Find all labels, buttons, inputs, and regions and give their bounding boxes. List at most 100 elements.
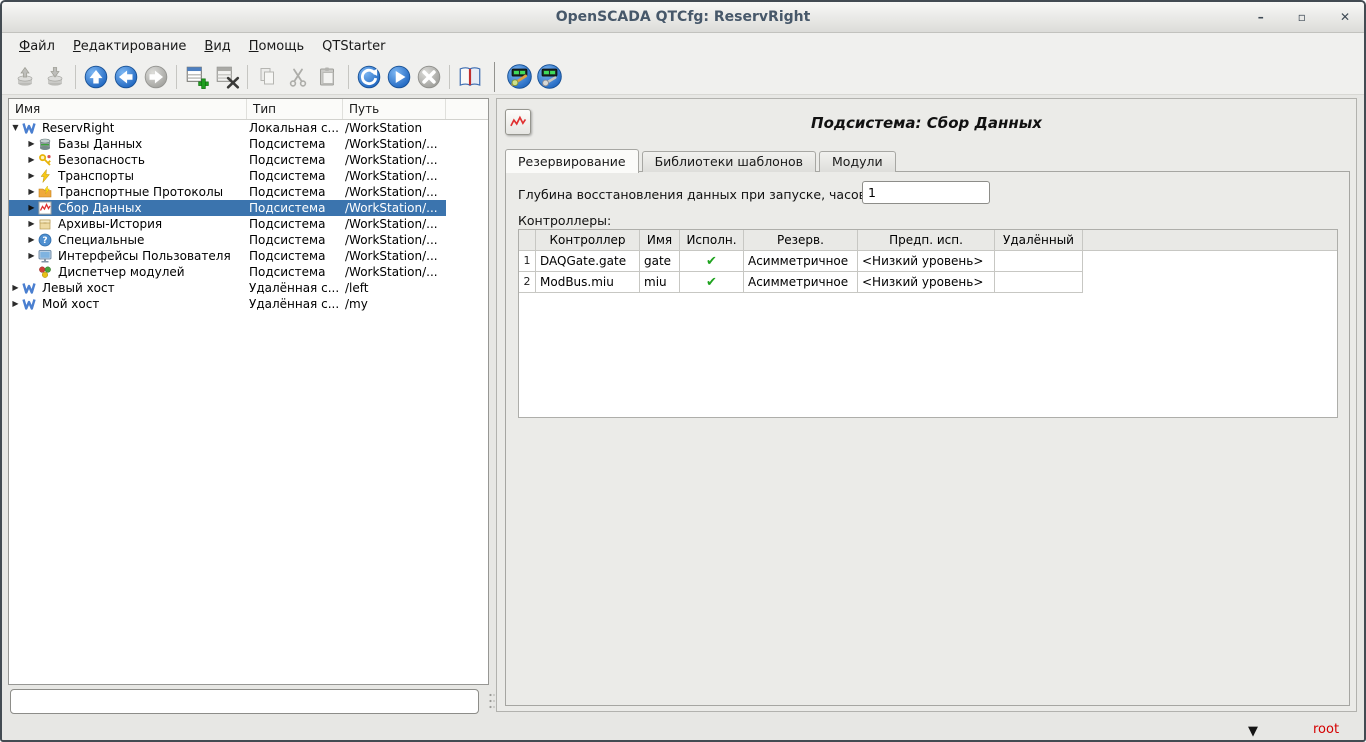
table-row[interactable]: 1 DAQGate.gate gate ✔ Асимметричное <Низ… [519, 251, 1337, 272]
copy-icon [256, 65, 280, 89]
restore-depth-label: Глубина восстановления данных при запуск… [518, 187, 870, 202]
collapsed-arrow-icon[interactable]: ▶ [25, 200, 38, 216]
transports-icon [38, 169, 55, 183]
title-bar[interactable]: OpenSCADA QTCfg: ReservRight – ▫ ✕ [2, 2, 1364, 33]
status-dropdown-icon[interactable]: ▼ [1248, 725, 1258, 738]
controllers-label: Контроллеры: [518, 213, 611, 228]
toolbar [2, 59, 1364, 95]
cut-item-button[interactable] [283, 62, 313, 92]
collapsed-arrow-icon[interactable]: ▶ [25, 184, 38, 200]
back-arrow-icon [113, 64, 139, 90]
tree-header-name[interactable]: Имя [9, 99, 247, 119]
cell-remote[interactable] [995, 272, 1083, 293]
nav-back-button[interactable] [111, 62, 141, 92]
item-add-button[interactable] [182, 62, 212, 92]
load-from-db-button[interactable] [10, 62, 40, 92]
col-exec[interactable]: Исполн. [680, 230, 744, 251]
cell-controller[interactable]: ModBus.miu [536, 272, 640, 293]
special-icon [38, 233, 55, 247]
tree-row-modules[interactable]: Диспетчер модулей Подсистема /WorkStatio… [9, 264, 446, 280]
tab-bar: Резервирование Библиотеки шаблонов Модул… [505, 148, 899, 172]
collapsed-arrow-icon[interactable]: ▶ [9, 296, 22, 312]
cell-pref-exec[interactable]: <Низкий уровень> [858, 272, 995, 293]
col-controller[interactable]: Контроллер [536, 230, 640, 251]
check-icon[interactable]: ✔ [706, 275, 717, 290]
tab-modules[interactable]: Модули [819, 151, 896, 172]
station-icon [22, 297, 39, 311]
tree-row-reservright[interactable]: ▼ReservRight Локальная с... /WorkStation [9, 120, 446, 136]
collapsed-arrow-icon[interactable]: ▶ [25, 216, 38, 232]
col-remote[interactable]: Удалённый [995, 230, 1083, 251]
nav-forward-button[interactable] [141, 62, 171, 92]
collapsed-arrow-icon[interactable]: ▶ [25, 168, 38, 184]
restore-depth-input[interactable] [862, 181, 990, 204]
db-save-icon [43, 65, 67, 89]
collapsed-arrow-icon[interactable]: ▶ [25, 232, 38, 248]
reload-item-button[interactable] [354, 62, 384, 92]
tree-row-my-host[interactable]: ▶Мой хост Удалённая с... /my [9, 296, 446, 312]
tree-header-path[interactable]: Путь [343, 99, 446, 119]
cell-reserve[interactable]: Асимметричное [744, 251, 858, 272]
qtstarter-display-wrench-icon [536, 63, 563, 90]
menu-edit[interactable]: Редактирование [64, 35, 195, 58]
cell-reserve[interactable]: Асимметричное [744, 272, 858, 293]
col-name[interactable]: Имя [640, 230, 680, 251]
tree-row-daq-selected[interactable]: ▶Сбор Данных Подсистема /WorkStation/... [9, 200, 446, 216]
work-area: Имя Тип Путь ▼ReservRight Локальная с...… [2, 95, 1364, 740]
menu-view[interactable]: Вид [195, 35, 239, 58]
manual-button[interactable] [455, 62, 485, 92]
cell-name[interactable]: gate [640, 251, 680, 272]
cell-remote[interactable] [995, 251, 1083, 272]
menu-file[interactable]: Файл [10, 35, 64, 58]
paste-item-button[interactable] [313, 62, 343, 92]
tree-row-special[interactable]: ▶Специальные Подсистема /WorkStation/... [9, 232, 446, 248]
start-item-button[interactable] [384, 62, 414, 92]
minimize-button[interactable]: – [1258, 11, 1264, 23]
splitter-handle[interactable] [488, 692, 496, 714]
cell-controller[interactable]: DAQGate.gate [536, 251, 640, 272]
maximize-button[interactable]: ▫ [1298, 11, 1306, 23]
collapsed-arrow-icon[interactable]: ▶ [25, 136, 38, 152]
qtstarter-launch-2-button[interactable] [534, 62, 564, 92]
config-panel: Подсистема: Сбор Данных Резервирование Б… [496, 98, 1357, 712]
expanded-arrow-icon[interactable]: ▼ [9, 120, 22, 136]
col-pref-exec[interactable]: Предп. исп. [858, 230, 995, 251]
tab-reservation[interactable]: Резервирование [505, 149, 639, 173]
tree-row-archives[interactable]: ▶Архивы-История Подсистема /WorkStation/… [9, 216, 446, 232]
cell-name[interactable]: miu [640, 272, 680, 293]
tree-row-transports[interactable]: ▶Транспорты Подсистема /WorkStation/... [9, 168, 446, 184]
row-number: 2 [519, 272, 536, 293]
tree-row-user-interfaces[interactable]: ▶Интерфейсы Пользователя Подсистема /Wor… [9, 248, 446, 264]
tree-row-databases[interactable]: ▶Базы Данных Подсистема /WorkStation/... [9, 136, 446, 152]
check-icon[interactable]: ✔ [706, 254, 717, 269]
col-reserve[interactable]: Резерв. [744, 230, 858, 251]
qtstarter-launch-1-button[interactable] [504, 62, 534, 92]
item-remove-button[interactable] [212, 62, 242, 92]
menu-help[interactable]: Помощь [240, 35, 313, 58]
tree-header: Имя Тип Путь [9, 99, 488, 120]
collapsed-arrow-icon[interactable]: ▶ [25, 248, 38, 264]
tab-template-libs[interactable]: Библиотеки шаблонов [642, 151, 816, 172]
table-row[interactable]: 2 ModBus.miu miu ✔ Асимметричное <Низкий… [519, 272, 1337, 293]
tree-filter-input[interactable] [10, 689, 479, 714]
tree-row-protocols[interactable]: ▶Транспортные Протоколы Подсистема /Work… [9, 184, 446, 200]
scissors-icon [286, 65, 310, 89]
collapsed-arrow-icon[interactable]: ▶ [9, 280, 22, 296]
station-icon [22, 121, 39, 135]
cell-pref-exec[interactable]: <Низкий уровень> [858, 251, 995, 272]
nav-up-button[interactable] [81, 62, 111, 92]
tree-row-left-host[interactable]: ▶Левый хост Удалённая с... /left [9, 280, 446, 296]
status-user[interactable]: root [1313, 722, 1339, 737]
collapsed-arrow-icon[interactable]: ▶ [25, 152, 38, 168]
toolbar-separator [247, 65, 248, 89]
save-to-db-button[interactable] [40, 62, 70, 92]
close-button[interactable]: ✕ [1340, 11, 1350, 23]
tree-header-type[interactable]: Тип [247, 99, 343, 119]
copy-item-button[interactable] [253, 62, 283, 92]
stop-item-button[interactable] [414, 62, 444, 92]
tree-navigator[interactable]: Имя Тип Путь ▼ReservRight Локальная с...… [8, 98, 489, 685]
stop-icon [416, 64, 442, 90]
menu-qtstarter[interactable]: QTStarter [313, 35, 394, 58]
tree-row-security[interactable]: ▶Безопасность Подсистема /WorkStation/..… [9, 152, 446, 168]
controllers-table-header: Контроллер Имя Исполн. Резерв. Предп. ис… [519, 230, 1337, 251]
